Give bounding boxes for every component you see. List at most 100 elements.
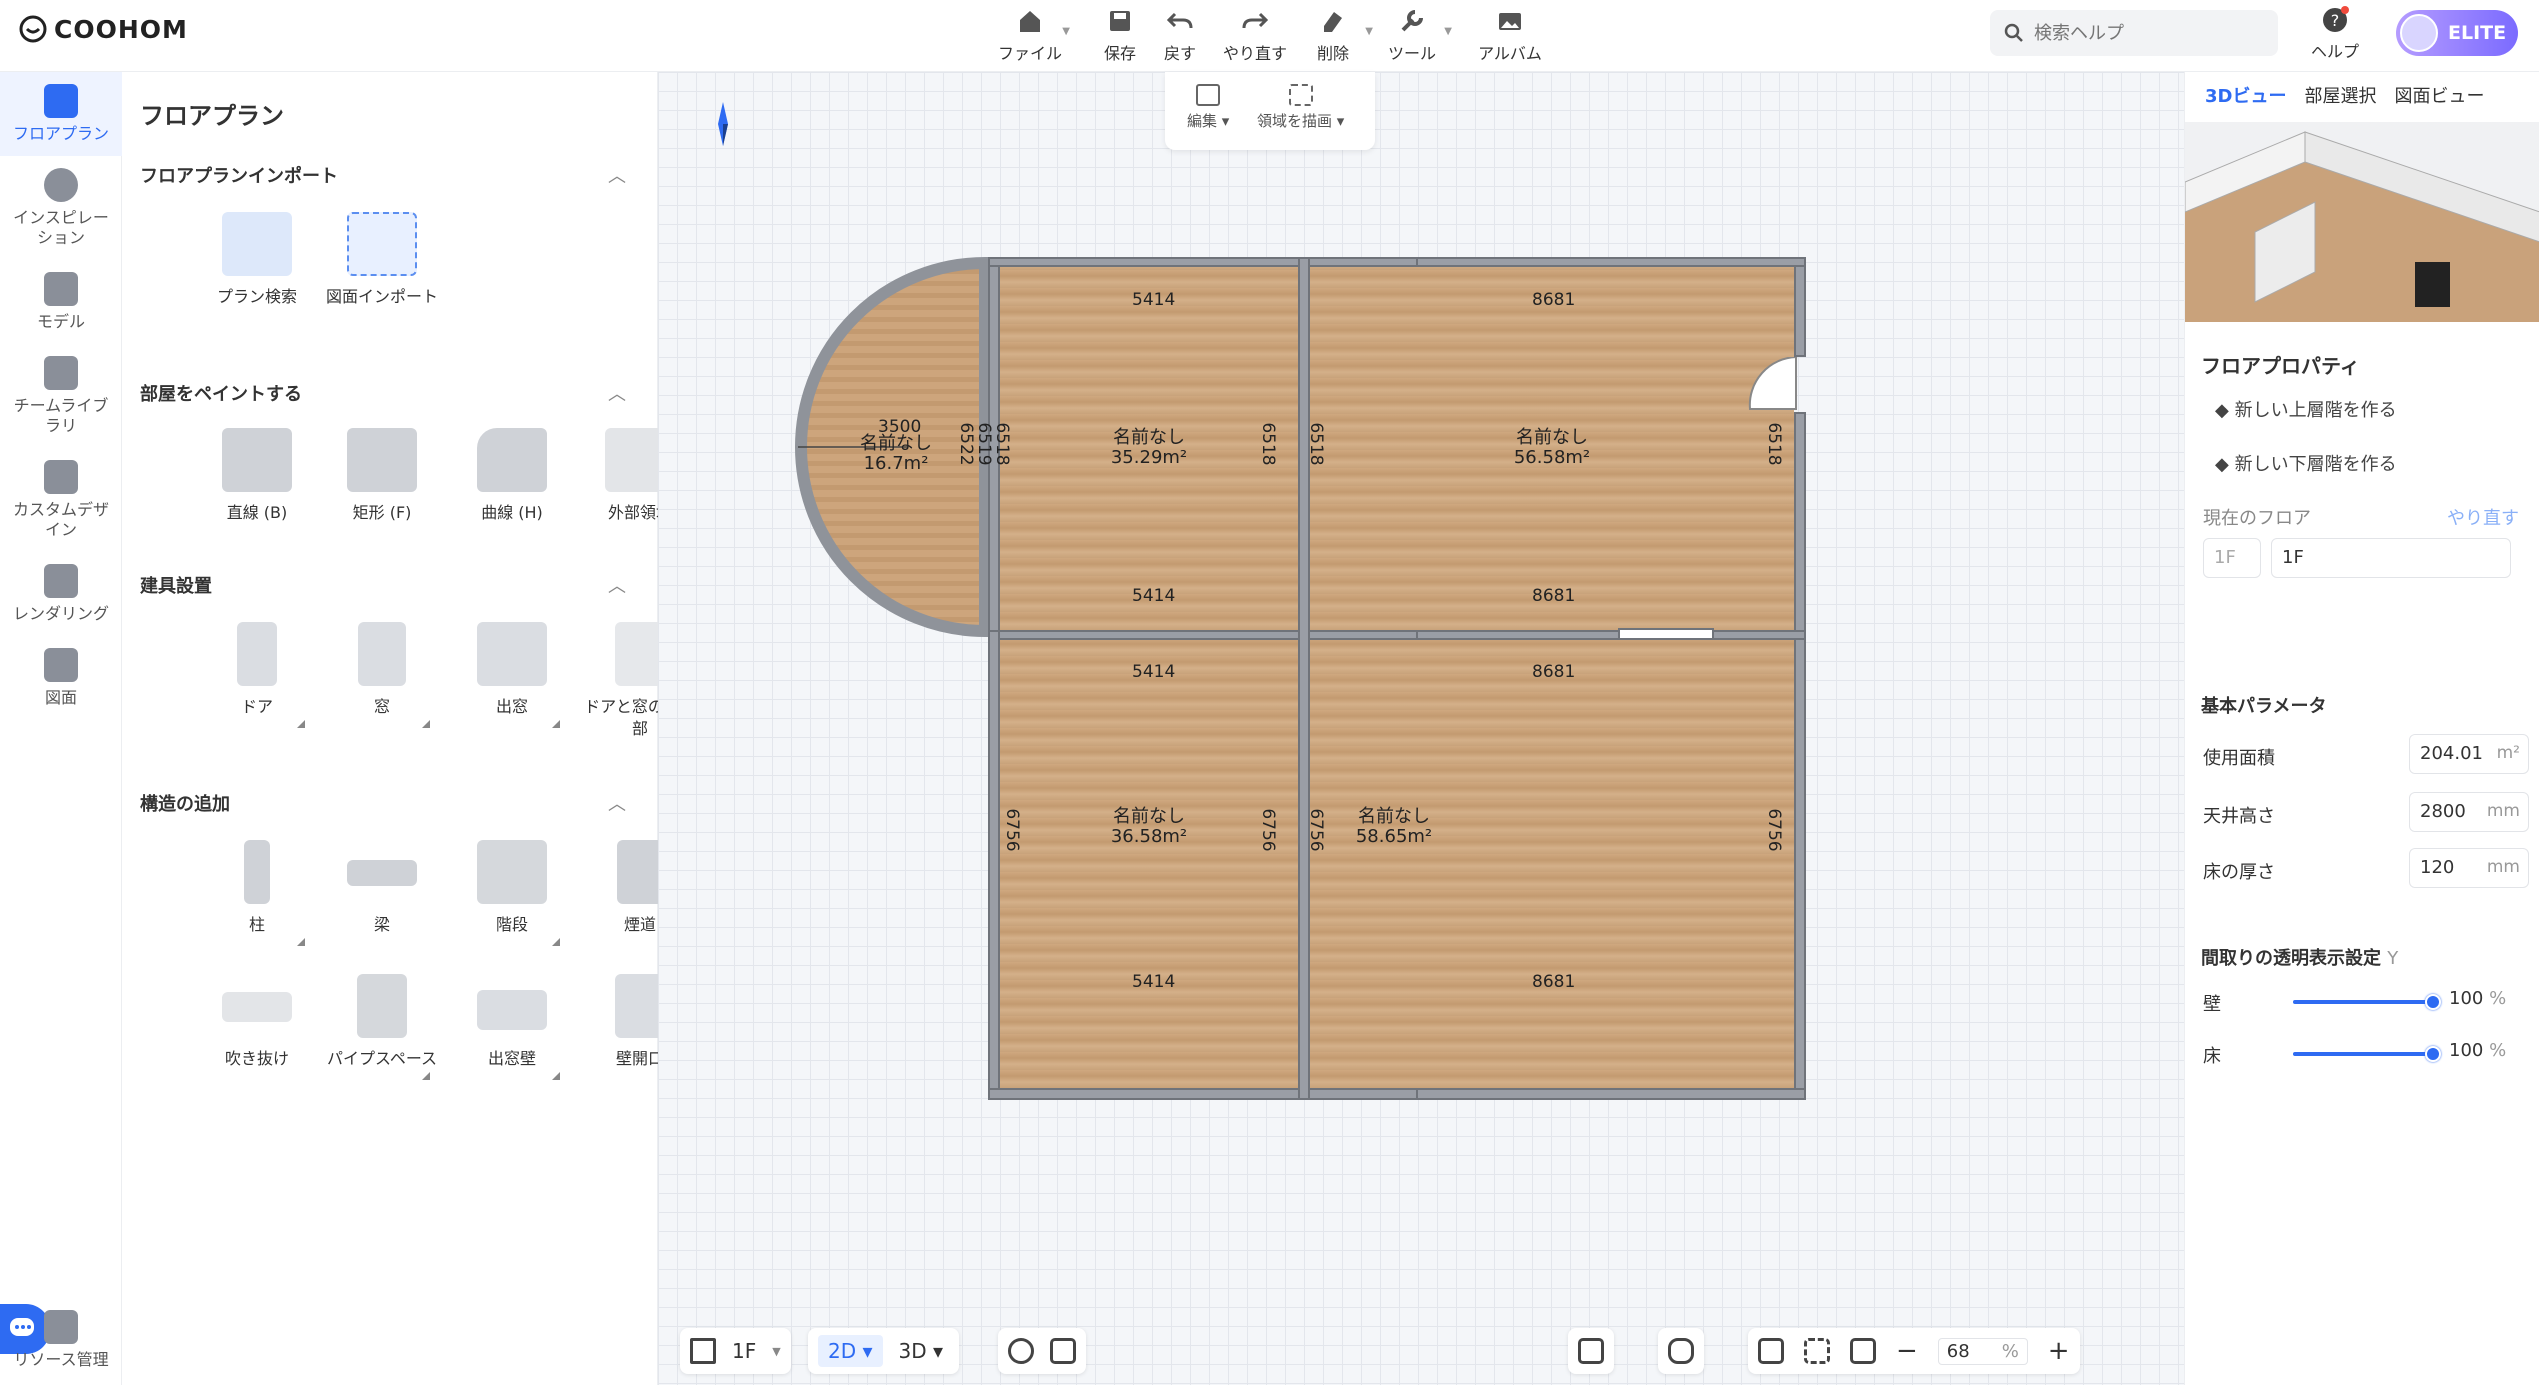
redo-link[interactable]: やり直す	[2447, 504, 2519, 530]
plan-search-tool[interactable]: プラン検索	[197, 212, 317, 308]
chevron-up-icon[interactable]: ︿	[608, 790, 626, 816]
floor-selector[interactable]: 1F ▼	[680, 1328, 791, 1374]
nav-custom-design[interactable]: カスタムデザイン	[0, 448, 122, 552]
wall-top-right[interactable]	[1416, 257, 1806, 267]
floor-name-input[interactable]: 1F	[2271, 538, 2511, 578]
zoom-area-icon[interactable]	[1850, 1338, 1876, 1364]
window-marker[interactable]	[1618, 628, 1714, 640]
column-tool[interactable]: 柱	[197, 840, 317, 946]
drawing-import-tool[interactable]: 図面インポート	[322, 212, 442, 308]
beam-tool[interactable]: 梁	[322, 840, 442, 936]
door-swing-icon[interactable]	[1748, 357, 1798, 413]
chevron-up-icon[interactable]: ︿	[608, 162, 626, 188]
bay-wall-tool[interactable]: 出窓壁	[452, 974, 572, 1080]
mode-3d-button[interactable]: 3D ▾	[893, 1335, 950, 1367]
nav-label: フロアプラン	[12, 124, 109, 143]
help-search[interactable]	[1990, 10, 2278, 56]
wall-middle[interactable]	[988, 630, 1462, 640]
floor-properties-title: フロアプロパティ	[2201, 354, 2360, 378]
chevron-up-icon[interactable]: ︿	[608, 380, 626, 406]
view-mode-toggle[interactable]: 2D ▾ 3D ▾	[808, 1328, 960, 1374]
nav-rendering[interactable]: レンダリング	[0, 552, 122, 636]
section-paint[interactable]: 部屋をペイントする ︿	[140, 380, 640, 406]
floor-value-field[interactable]: 100 %	[2449, 1040, 2529, 1061]
wall-bottom[interactable]	[988, 1088, 1462, 1100]
nav-drawing[interactable]: 図面	[0, 636, 122, 720]
wall-left-lower[interactable]	[988, 630, 1000, 1100]
wall-slider-handle[interactable]	[2425, 994, 2441, 1010]
wall-right-upper[interactable]	[1794, 257, 1806, 357]
nav-inspiration[interactable]: インスピレーション	[0, 156, 122, 260]
stairs-tool[interactable]: 階段	[452, 840, 572, 946]
zoom-in-button[interactable]: +	[2048, 1336, 2070, 1366]
floor-level-select[interactable]: 1F	[2203, 538, 2261, 578]
room-label-1[interactable]: 名前なし 16.7m²	[836, 434, 956, 474]
tools-menu-button[interactable]: ツール ▼	[1362, 6, 1462, 66]
floorplan-icon	[44, 84, 78, 118]
room-name: 名前なし	[1113, 806, 1185, 827]
toggle-icon[interactable]	[1668, 1338, 1694, 1364]
wall-top[interactable]	[988, 257, 1462, 267]
room-floor-5[interactable]	[1310, 640, 1794, 1088]
mode-2d-button[interactable]: 2D ▾	[818, 1335, 883, 1367]
transparency-title[interactable]: 間取りの透明表示設定 Y	[2201, 944, 2398, 970]
section-structure[interactable]: 構造の追加 ︿	[140, 790, 640, 816]
bay-window-tool[interactable]: 出窓	[452, 622, 572, 728]
wall-right-lower[interactable]	[1794, 412, 1806, 1100]
tab-3d-view[interactable]: 3Dビュー	[2205, 82, 2286, 108]
rect-tool[interactable]: 矩形 (F)	[322, 428, 442, 524]
section-import[interactable]: フロアプランインポート ︿	[140, 162, 640, 188]
wall-middle-right[interactable]	[1416, 630, 1806, 640]
room-label-4[interactable]: 名前なし 36.58m²	[1089, 807, 1209, 847]
wall-bottom-right[interactable]	[1416, 1088, 1806, 1100]
room-floor-4[interactable]	[1000, 640, 1298, 1088]
straight-tool[interactable]: 直線 (B)	[197, 428, 317, 524]
window-tool[interactable]: 窓	[322, 622, 442, 728]
album-button[interactable]: アルバム	[1460, 6, 1560, 66]
nav-floorplan[interactable]: フロアプラン	[0, 72, 122, 156]
zoom-input[interactable]: 68%	[1937, 1337, 2028, 1365]
tab-room-select[interactable]: 部屋選択	[2304, 82, 2376, 108]
zoom-out-button[interactable]: −	[1896, 1336, 1918, 1366]
help-button[interactable]: ? ヘルプ	[2300, 6, 2370, 62]
floor-slider-handle[interactable]	[2425, 1046, 2441, 1062]
ceiling-input[interactable]: 2800 mm	[2409, 792, 2529, 832]
section-fixtures[interactable]: 建具設置 ︿	[140, 572, 640, 598]
file-menu-button[interactable]: ファイル ▼	[980, 6, 1080, 66]
wall-vertical-divider[interactable]	[1298, 257, 1310, 1100]
nav-model[interactable]: モデル	[0, 260, 122, 344]
room-label-5[interactable]: 名前なし 58.65m²	[1334, 807, 1454, 847]
area-input[interactable]: 204.01 m²	[2409, 734, 2529, 774]
room-label-3[interactable]: 名前なし 56.58m²	[1492, 428, 1612, 468]
search-input[interactable]	[2034, 22, 2254, 44]
wall-value-field[interactable]: 100 %	[2449, 988, 2529, 1009]
floor-slider-track[interactable]	[2293, 1052, 2433, 1056]
lightbulb-icon	[44, 168, 78, 202]
nav-resource-management[interactable]: リソース管理	[0, 1298, 122, 1382]
curve-tool[interactable]: 曲線 (H)	[452, 428, 572, 524]
draw-area-button[interactable]: 領域を描画 ▾	[1257, 84, 1344, 131]
edit-button[interactable]: 編集 ▾	[1187, 84, 1229, 131]
door-tool[interactable]: ドア	[197, 622, 317, 728]
tab-drawing-view[interactable]: 図面ビュー	[2394, 82, 2484, 108]
new-lower-floor-button[interactable]: ◆ 新しい下層階を作る	[2215, 450, 2397, 476]
eye-icon[interactable]	[1008, 1338, 1034, 1364]
new-upper-floor-button[interactable]: ◆ 新しい上層階を作る	[2215, 396, 2397, 422]
file-label: ファイル	[997, 44, 1062, 63]
fit-screen-icon[interactable]	[1804, 1338, 1830, 1364]
wall-slider-track[interactable]	[2293, 1000, 2433, 1004]
chevron-up-icon[interactable]: ︿	[608, 572, 626, 598]
app-logo[interactable]: COOHOM	[18, 14, 188, 44]
3d-preview[interactable]	[2185, 122, 2539, 322]
room-label-2[interactable]: 名前なし 35.29m²	[1089, 428, 1209, 468]
pipe-space-tool[interactable]: パイプスペース	[322, 974, 442, 1080]
compass-icon[interactable]	[716, 102, 730, 146]
account-button[interactable]: ELITE	[2396, 10, 2518, 56]
void-tool[interactable]: 吹き抜け	[197, 974, 317, 1070]
nav-team-library[interactable]: チームライブラリ	[0, 344, 122, 448]
lock-icon[interactable]	[1578, 1338, 1604, 1364]
thickness-input[interactable]: 120 mm	[2409, 848, 2529, 888]
design-canvas[interactable]: 3500 名前なし 16.7m² 6522 6519 5414 5414 6518…	[658, 72, 2184, 1385]
view-settings-icon[interactable]	[1758, 1338, 1784, 1364]
cube-view-icon[interactable]	[1050, 1338, 1076, 1364]
